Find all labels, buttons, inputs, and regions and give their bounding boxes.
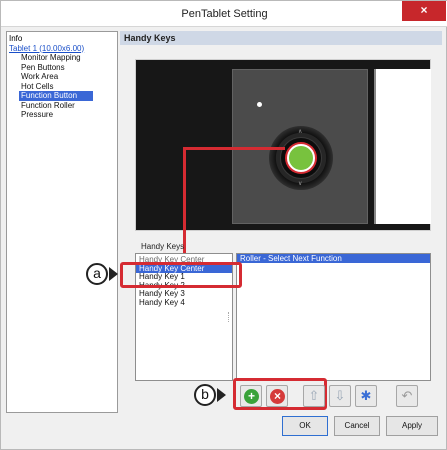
arrow-up-icon: ⇧ xyxy=(308,388,320,403)
callout-a-highlight xyxy=(120,262,242,288)
roller-up-mark: ∧ xyxy=(298,129,303,135)
callout-b-arrow xyxy=(217,388,226,402)
tree-item-tablet[interactable]: Tablet 1 (10.00x6.00) xyxy=(7,44,117,54)
tree-item-monitor-mapping[interactable]: Monitor Mapping xyxy=(7,53,117,63)
function-list[interactable]: Roller - Select Next Function xyxy=(236,253,431,381)
pane-title: Handy Keys xyxy=(120,31,442,45)
cancel-button[interactable]: Cancel xyxy=(334,416,380,436)
window-title: PenTablet Setting xyxy=(181,8,268,20)
roller-down-mark: ∨ xyxy=(298,181,303,187)
callout-a-marker: a xyxy=(86,263,108,285)
function-item-selected[interactable]: Roller - Select Next Function xyxy=(237,254,430,263)
tree-item-function-button[interactable]: Function Button xyxy=(19,91,93,101)
settings-tree: Info Tablet 1 (10.00x6.00) Monitor Mappi… xyxy=(6,31,118,413)
undo-icon: ↶ xyxy=(401,388,413,403)
tree-item-hot-cells[interactable]: Hot Cells xyxy=(7,82,117,92)
arrow-down-icon: ⇩ xyxy=(334,388,346,403)
tree-item-info[interactable]: Info xyxy=(7,34,117,44)
restore-button[interactable]: ↶ xyxy=(396,385,418,407)
tree-item-function-roller[interactable]: Function Roller xyxy=(7,101,117,111)
tree-item-pressure[interactable]: Pressure xyxy=(7,110,117,120)
callout-b-marker: b xyxy=(194,384,216,406)
tree-item-work-area[interactable]: Work Area xyxy=(7,72,117,82)
callout-line-horizontal xyxy=(183,147,285,150)
gear-icon: ✱ xyxy=(360,388,372,403)
tree-item-pen-buttons[interactable]: Pen Buttons xyxy=(7,63,117,73)
list-scrollbar[interactable] xyxy=(228,312,230,322)
close-button[interactable]: × xyxy=(402,1,446,21)
device-preview: ∧ ∨ xyxy=(135,59,431,231)
pentablet-settings-window: PenTablet Setting × Info Tablet 1 (10.00… xyxy=(0,0,447,450)
move-up-button[interactable]: ⇧ xyxy=(303,385,325,407)
move-down-button[interactable]: ⇩ xyxy=(329,385,351,407)
callout-a-arrow xyxy=(109,267,118,281)
list-item[interactable]: Handy Key 4 xyxy=(136,298,232,308)
ok-button[interactable]: OK xyxy=(282,416,328,436)
apply-button[interactable]: Apply xyxy=(386,416,438,436)
handy-keys-label: Handy Keys xyxy=(141,242,185,251)
led-indicator xyxy=(257,102,262,107)
handy-key-center-button[interactable] xyxy=(287,144,315,172)
device-edge xyxy=(374,69,431,224)
settings-button[interactable]: ✱ xyxy=(355,385,377,407)
title-bar: PenTablet Setting × xyxy=(1,1,447,27)
